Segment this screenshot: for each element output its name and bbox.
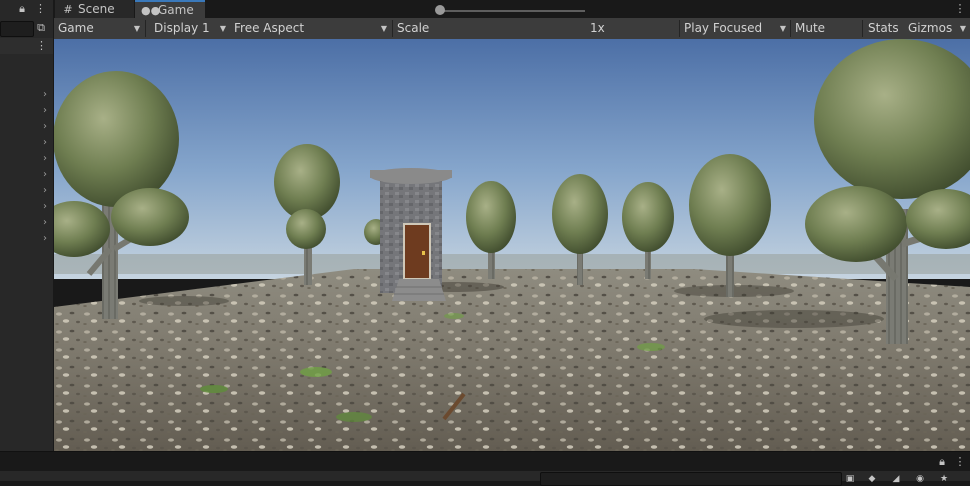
expand-chevron-icon[interactable]: › [40,201,50,213]
dropdown-arrow-icon: ▼ [219,24,226,33]
scale-slider-track[interactable] [440,10,585,12]
eye-icon[interactable]: ◉ [914,472,926,486]
lock-icon[interactable]: 🔒︎ [15,2,29,16]
scene-picker-icon[interactable]: ⧉ [34,21,48,35]
hierarchy-scene-row[interactable]: ⋮ [0,38,53,54]
dropdown-arrow-icon: ▼ [133,24,140,33]
tab-scene-label: Scene [78,2,115,16]
expand-chevron-icon[interactable]: › [40,89,50,101]
gizmos-button[interactable]: Gizmos [904,18,954,39]
play-mode-label: Play Focused [684,21,763,35]
scene-more-icon[interactable]: ⋮ [36,39,47,53]
display-dropdown[interactable]: Display 1 ▼ [146,18,230,39]
hierarchy-search-input[interactable] [0,21,34,37]
view-mode-label: Game [58,21,94,35]
expand-chevron-icon[interactable]: › [40,105,50,117]
toolbar-divider [862,20,863,37]
label-icon[interactable]: ◆ [866,472,878,486]
tab-more-options-icon[interactable]: ⋮ [954,2,966,16]
expand-chevron-icon[interactable]: › [40,153,50,165]
gizmos-dropdown[interactable]: ▼ [954,18,970,39]
dropdown-arrow-icon: ▼ [380,24,387,33]
tab-game[interactable]: ●●Game [135,0,205,18]
filter-icon[interactable]: ▣ [844,472,856,486]
scale-slider-handle[interactable] [435,5,445,15]
tab-game-label: Game [158,3,194,17]
expand-chevron-icon[interactable]: › [40,121,50,133]
scale-label: Scale [397,21,430,35]
display-label: Display 1 [154,21,210,35]
more-options-icon[interactable]: ⋮ [35,2,46,16]
tab-scene[interactable]: # Scene [55,0,134,18]
star-icon[interactable]: ★ [938,472,950,486]
expand-chevron-icon[interactable]: › [40,185,50,197]
dropdown-arrow-icon: ▼ [779,24,786,33]
lock-icon[interactable]: 🔒︎ [935,455,949,469]
expand-chevron-icon[interactable]: › [40,137,50,149]
dropdown-arrow-icon: ▼ [959,24,966,33]
game-render-image [54,39,970,451]
aspect-label: Free Aspect [234,21,305,35]
more-options-icon[interactable]: ⋮ [954,455,966,469]
scale-value: 1x [590,21,605,35]
play-mode-dropdown[interactable]: Play Focused ▼ [680,18,790,39]
expand-chevron-icon[interactable]: › [40,233,50,245]
stats-button[interactable]: Stats [864,18,904,39]
pin-icon[interactable]: ◢ [890,472,902,486]
gamepad-icon: ●● [141,4,161,17]
project-search-input[interactable] [540,472,842,486]
hierarchy-tab-strip: 🔒︎ ⋮ [0,0,53,18]
game-viewport[interactable] [54,39,970,451]
hierarchy-panel: ⧉ ⋮ › › › › › › › › › › [0,18,54,451]
game-view-toolbar: Game ▼ Display 1 ▼ Free Aspect ▼ Scale 1… [54,18,970,56]
view-mode-dropdown[interactable]: Game ▼ [54,18,144,39]
expand-chevron-icon[interactable]: › [40,169,50,181]
hash-grid-icon: # [63,3,73,16]
mute-audio-button[interactable]: Mute Audio [791,18,861,56]
expand-chevron-icon[interactable]: › [40,217,50,229]
aspect-dropdown[interactable]: Free Aspect ▼ [231,18,391,39]
